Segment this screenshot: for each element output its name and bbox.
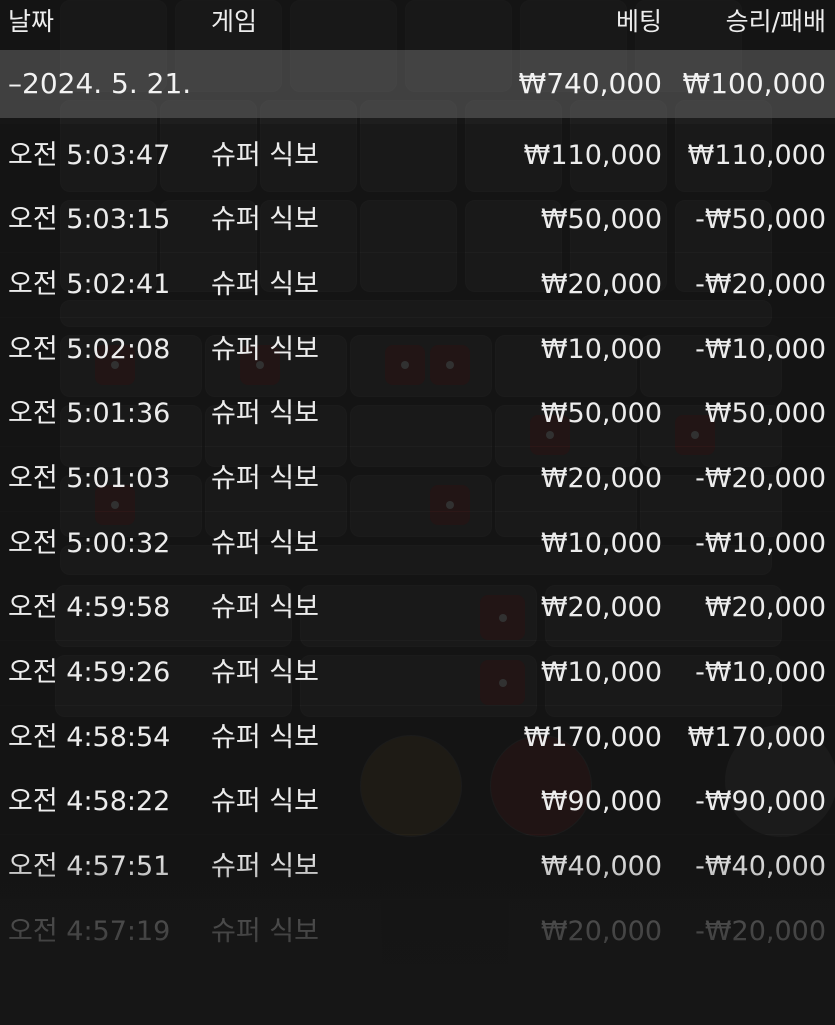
date-column-header: 날짜: [8, 7, 55, 36]
history-screen: 날짜 게임 베팅 승리/패배 –2024. 5. 21. ₩740,000 ₩1…: [0, 0, 835, 1025]
row-bet: ₩20,000: [540, 463, 662, 494]
table-row[interactable]: 오전 5:01:36 슈퍼 식보 ₩50,000 ₩50,000: [0, 382, 835, 446]
row-result: -₩10,000: [695, 528, 826, 559]
row-bet: ₩10,000: [540, 528, 662, 559]
table-row[interactable]: 오전 4:58:54 슈퍼 식보 ₩170,000 ₩170,000: [0, 706, 835, 770]
row-bet: ₩50,000: [540, 398, 662, 429]
row-result: -₩10,000: [695, 334, 826, 365]
row-result: -₩20,000: [695, 463, 826, 494]
table-row[interactable]: 오전 4:59:26 슈퍼 식보 ₩10,000 -₩10,000: [0, 641, 835, 705]
row-time: 오전 5:03:15: [8, 204, 171, 235]
row-game: 슈퍼 식보: [211, 916, 319, 947]
row-time: 오전 4:57:19: [8, 916, 171, 947]
row-time: 오전 4:58:54: [8, 722, 171, 753]
table-row[interactable]: 오전 4:57:51 슈퍼 식보 ₩40,000 -₩40,000: [0, 835, 835, 899]
row-time: 오전 4:57:51: [8, 851, 171, 882]
row-result: -₩90,000: [695, 786, 826, 817]
row-game: 슈퍼 식보: [211, 722, 319, 753]
row-bet: ₩10,000: [540, 334, 662, 365]
table-row[interactable]: 오전 5:01:03 슈퍼 식보 ₩20,000 -₩20,000: [0, 447, 835, 511]
row-time: 오전 5:02:08: [8, 334, 171, 365]
row-bet: ₩20,000: [540, 592, 662, 623]
row-result: -₩20,000: [695, 269, 826, 300]
row-bet: ₩90,000: [540, 786, 662, 817]
row-bet: ₩20,000: [540, 269, 662, 300]
row-game: 슈퍼 식보: [211, 398, 319, 429]
row-result: -₩40,000: [695, 851, 826, 882]
table-row[interactable]: 오전 5:02:08 슈퍼 식보 ₩10,000 -₩10,000: [0, 318, 835, 382]
row-game: 슈퍼 식보: [211, 528, 319, 559]
row-result: ₩20,000: [704, 592, 826, 623]
group-date: –2024. 5. 21.: [8, 67, 192, 100]
row-bet: ₩50,000: [540, 204, 662, 235]
row-result: ₩50,000: [704, 398, 826, 429]
row-time: 오전 4:59:26: [8, 657, 171, 688]
row-game: 슈퍼 식보: [211, 786, 319, 817]
row-result: ₩110,000: [687, 140, 826, 171]
row-game: 슈퍼 식보: [211, 592, 319, 623]
date-group-row[interactable]: –2024. 5. 21. ₩740,000 ₩100,000: [0, 50, 835, 118]
table-row[interactable]: 오전 4:59:58 슈퍼 식보 ₩20,000 ₩20,000: [0, 576, 835, 640]
row-result: ₩170,000: [687, 722, 826, 753]
row-game: 슈퍼 식보: [211, 334, 319, 365]
row-game: 슈퍼 식보: [211, 269, 319, 300]
table-row[interactable]: 오전 5:00:32 슈퍼 식보 ₩10,000 -₩10,000: [0, 512, 835, 576]
row-bet: ₩10,000: [540, 657, 662, 688]
row-game: 슈퍼 식보: [211, 140, 319, 171]
row-time: 오전 4:59:58: [8, 592, 171, 623]
row-bet: ₩20,000: [540, 916, 662, 947]
row-time: 오전 5:02:41: [8, 269, 171, 300]
row-time: 오전 5:03:47: [8, 140, 171, 171]
table-row[interactable]: 오전 5:03:47 슈퍼 식보 ₩110,000 ₩110,000: [0, 124, 835, 188]
group-result-total: ₩100,000: [682, 67, 826, 100]
row-time: 오전 4:58:22: [8, 786, 171, 817]
row-time: 오전 5:00:32: [8, 528, 171, 559]
row-game: 슈퍼 식보: [211, 851, 319, 882]
game-column-header: 게임: [211, 7, 258, 36]
table-row[interactable]: 오전 4:58:22 슈퍼 식보 ₩90,000 -₩90,000: [0, 770, 835, 834]
group-bet-total: ₩740,000: [518, 67, 662, 100]
result-column-header: 승리/패배: [725, 7, 826, 36]
row-result: -₩20,000: [695, 916, 826, 947]
table-header: 날짜 게임 베팅 승리/패배: [0, 0, 835, 50]
table-row[interactable]: 오전 5:02:41 슈퍼 식보 ₩20,000 -₩20,000: [0, 253, 835, 317]
bet-column-header: 베팅: [615, 7, 662, 36]
row-result: -₩50,000: [695, 204, 826, 235]
row-bet: ₩110,000: [523, 140, 662, 171]
row-bet: ₩170,000: [523, 722, 662, 753]
row-game: 슈퍼 식보: [211, 204, 319, 235]
row-bet: ₩40,000: [540, 851, 662, 882]
row-game: 슈퍼 식보: [211, 657, 319, 688]
row-time: 오전 5:01:36: [8, 398, 171, 429]
row-result: -₩10,000: [695, 657, 826, 688]
table-row[interactable]: 오전 4:57:19 슈퍼 식보 ₩20,000 -₩20,000: [0, 900, 835, 964]
row-game: 슈퍼 식보: [211, 463, 319, 494]
row-time: 오전 5:01:03: [8, 463, 171, 494]
table-row[interactable]: 오전 5:03:15 슈퍼 식보 ₩50,000 -₩50,000: [0, 188, 835, 252]
